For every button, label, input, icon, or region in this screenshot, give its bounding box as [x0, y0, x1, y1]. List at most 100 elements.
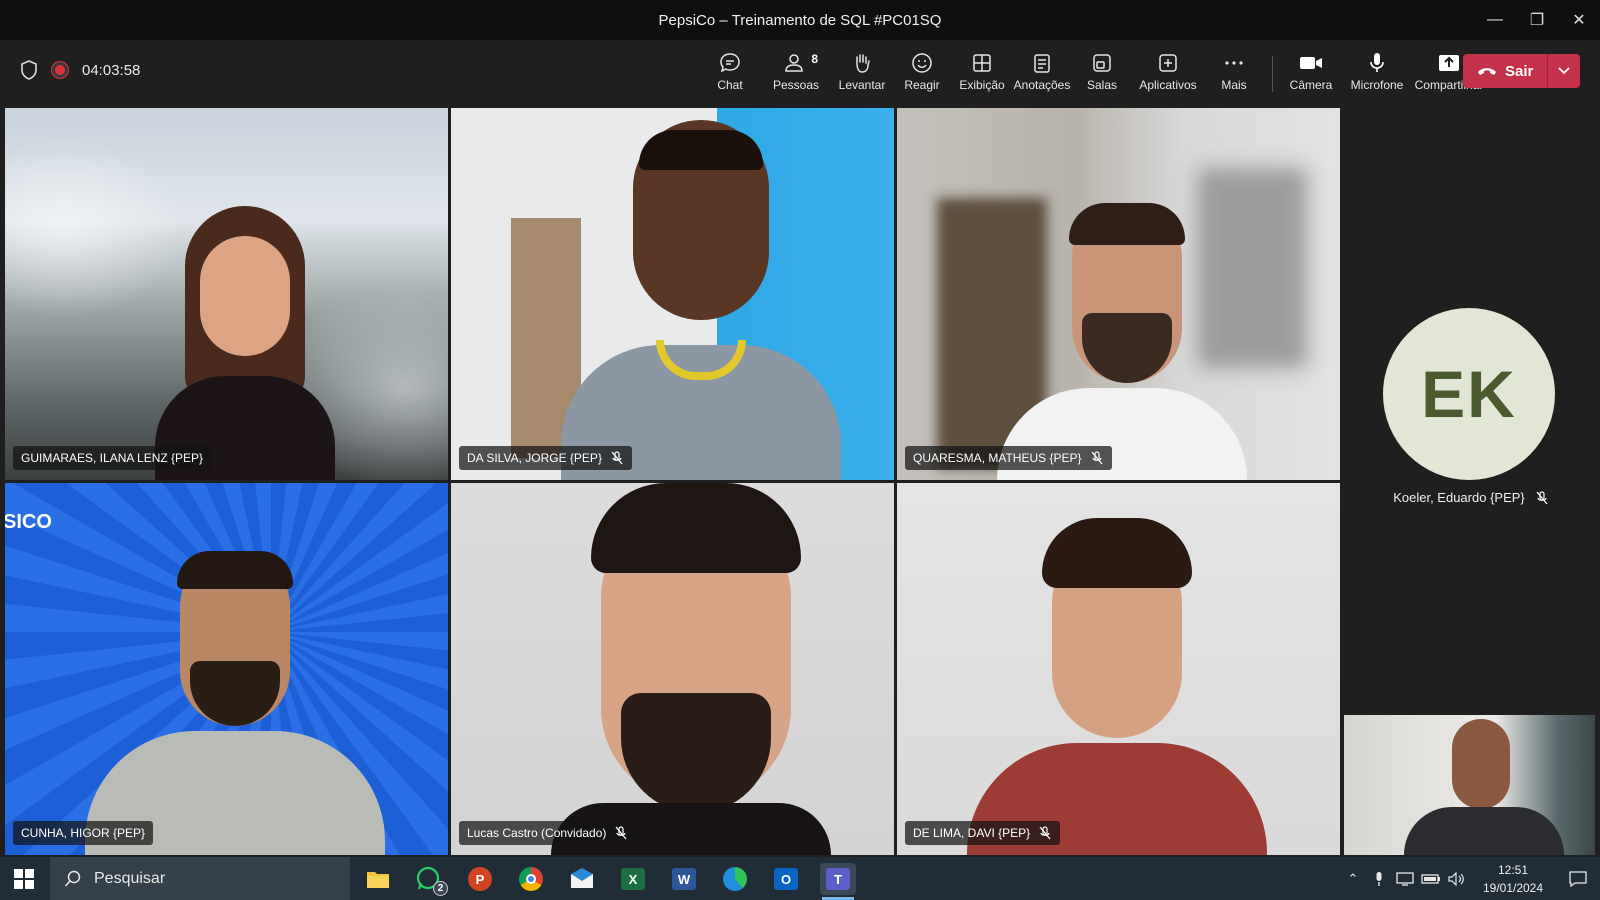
- audio-only-participant[interactable]: EK Koeler, Eduardo {PEP}: [1342, 106, 1600, 706]
- participant-video: [967, 518, 1267, 855]
- show-hidden-icons-chevron-icon[interactable]: ⌃: [1340, 871, 1366, 887]
- microphone-in-use-icon[interactable]: [1366, 871, 1392, 887]
- apps-button[interactable]: Aplicativos: [1132, 48, 1204, 92]
- participant-nameplate: DE LIMA, DAVI {PEP}: [905, 821, 1061, 845]
- share-icon: [1439, 55, 1459, 71]
- microphone-icon: [1370, 53, 1384, 72]
- volume-icon[interactable]: [1444, 871, 1470, 886]
- rooms-icon: [1093, 54, 1111, 72]
- react-icon: [912, 53, 932, 73]
- participant-video: [561, 120, 841, 480]
- notes-button[interactable]: Anotações: [1012, 48, 1072, 92]
- participant-video: [1404, 719, 1564, 855]
- mic-off-icon: [1536, 490, 1548, 504]
- file-explorer-icon[interactable]: [362, 863, 394, 895]
- chrome-icon[interactable]: [515, 863, 547, 895]
- participant-name: DE LIMA, DAVI {PEP}: [913, 826, 1031, 840]
- whatsapp-icon[interactable]: 2: [413, 863, 448, 896]
- avatar: EK: [1383, 308, 1555, 480]
- participant-name: GUIMARAES, ILANA LENZ {PEP}: [21, 451, 204, 465]
- participant-name: Koeler, Eduardo {PEP}: [1393, 490, 1525, 505]
- outlook-icon[interactable]: O: [770, 863, 802, 895]
- meeting-toolbar: 04:03:58 Chat 8 Pessoas Levantar Reagir …: [0, 40, 1600, 105]
- react-label: Reagir: [904, 78, 940, 92]
- people-button[interactable]: 8 Pessoas: [760, 48, 832, 92]
- word-icon[interactable]: W: [668, 863, 700, 895]
- recording-icon: [52, 62, 68, 78]
- camera-label: Câmera: [1289, 78, 1333, 92]
- video-tile[interactable]: QUARESMA, MATHEUS {PEP}: [897, 108, 1340, 480]
- mic-off-icon: [611, 451, 623, 465]
- phone-hangup-icon: [1478, 68, 1496, 75]
- participant-nameplate: GUIMARAES, ILANA LENZ {PEP}: [13, 446, 212, 470]
- rooms-button[interactable]: Salas: [1072, 48, 1132, 92]
- leave-options-chevron-icon[interactable]: [1548, 66, 1580, 76]
- window-title-bar: PepsiCo – Treinamento de SQL #PC01SQ — ❐…: [0, 0, 1600, 40]
- system-tray: ⌃ 12:51 19/01/2024: [1340, 857, 1600, 900]
- chat-icon: [720, 53, 740, 73]
- view-label: Exibição: [959, 78, 1005, 92]
- excel-icon[interactable]: X: [617, 863, 649, 895]
- participant-name: Lucas Castro (Convidado): [467, 826, 607, 840]
- windows-taskbar: Pesquisar 2 P X W O T ⌃ 12:51 19/01/2024: [0, 857, 1600, 900]
- microphone-button[interactable]: Microfone: [1341, 48, 1413, 92]
- participant-nameplate: DA SILVA, JORGE {PEP}: [459, 446, 632, 470]
- rooms-label: Salas: [1086, 78, 1118, 92]
- windows-start-icon[interactable]: [14, 869, 34, 889]
- raise-hand-icon: [856, 54, 870, 73]
- notes-icon: [1034, 54, 1050, 73]
- participant-name: DA SILVA, JORGE {PEP}: [467, 451, 602, 465]
- taskbar-clock[interactable]: 12:51 19/01/2024: [1470, 861, 1556, 897]
- meeting-timer: 04:03:58: [82, 61, 141, 79]
- participant-nameplate: QUARESMA, MATHEUS {PEP}: [905, 446, 1112, 470]
- people-count: 8: [811, 52, 818, 66]
- participant-nameplate: CUNHA, HIGOR {PEP}: [13, 821, 154, 845]
- edge-icon[interactable]: [719, 863, 751, 895]
- participant-nameplate: Lucas Castro (Convidado): [459, 821, 637, 845]
- whatsapp-badge: 2: [433, 881, 448, 896]
- leave-button[interactable]: Sair: [1463, 54, 1580, 88]
- chat-button[interactable]: Chat: [700, 48, 760, 92]
- video-tile[interactable]: DE LIMA, DAVI {PEP}: [897, 483, 1340, 855]
- raise-hand-button[interactable]: Levantar: [832, 48, 892, 92]
- self-view-video[interactable]: [1344, 715, 1595, 855]
- notes-label: Anotações: [1013, 78, 1071, 92]
- apps-icon: [1159, 54, 1177, 72]
- participant-video: [85, 551, 385, 855]
- react-button[interactable]: Reagir: [892, 48, 952, 92]
- view-button[interactable]: Exibição: [952, 48, 1012, 92]
- teams-icon[interactable]: T: [820, 863, 856, 900]
- window-title: PepsiCo – Treinamento de SQL #PC01SQ: [658, 11, 942, 29]
- battery-icon[interactable]: [1418, 873, 1444, 885]
- mic-off-icon: [1039, 826, 1051, 840]
- people-icon: [785, 54, 803, 72]
- participant-name: CUNHA, HIGOR {PEP}: [21, 826, 146, 840]
- video-tile[interactable]: Lucas Castro (Convidado): [451, 483, 894, 855]
- close-button[interactable]: ✕: [1558, 0, 1600, 40]
- camera-icon: [1300, 57, 1322, 69]
- minimize-button[interactable]: —: [1474, 0, 1516, 40]
- leave-label: Sair: [1505, 62, 1534, 80]
- view-icon: [973, 54, 991, 72]
- powerpoint-icon[interactable]: P: [464, 863, 496, 895]
- search-placeholder: Pesquisar: [94, 869, 166, 887]
- taskbar-search[interactable]: Pesquisar: [50, 857, 350, 900]
- restore-button[interactable]: ❐: [1516, 0, 1558, 40]
- more-button[interactable]: Mais: [1204, 48, 1264, 92]
- clock-time: 12:51: [1497, 862, 1529, 877]
- camera-button[interactable]: Câmera: [1281, 48, 1341, 92]
- video-tile[interactable]: GUIMARAES, ILANA LENZ {PEP}: [5, 108, 448, 480]
- participant-video: [997, 203, 1247, 480]
- participant-name: QUARESMA, MATHEUS {PEP}: [913, 451, 1082, 465]
- video-tile[interactable]: DA SILVA, JORGE {PEP}: [451, 108, 894, 480]
- participant-video: [541, 483, 841, 855]
- notifications-icon[interactable]: [1556, 870, 1600, 887]
- mail-icon[interactable]: [566, 863, 598, 895]
- shield-icon[interactable]: [20, 60, 38, 80]
- raise-hand-label: Levantar: [838, 78, 886, 92]
- network-icon[interactable]: [1392, 871, 1418, 886]
- more-icon: [1225, 61, 1243, 65]
- microphone-label: Microfone: [1350, 78, 1404, 92]
- video-tile[interactable]: SICO CUNHA, HIGOR {PEP}: [5, 483, 448, 855]
- mic-off-icon: [615, 826, 627, 840]
